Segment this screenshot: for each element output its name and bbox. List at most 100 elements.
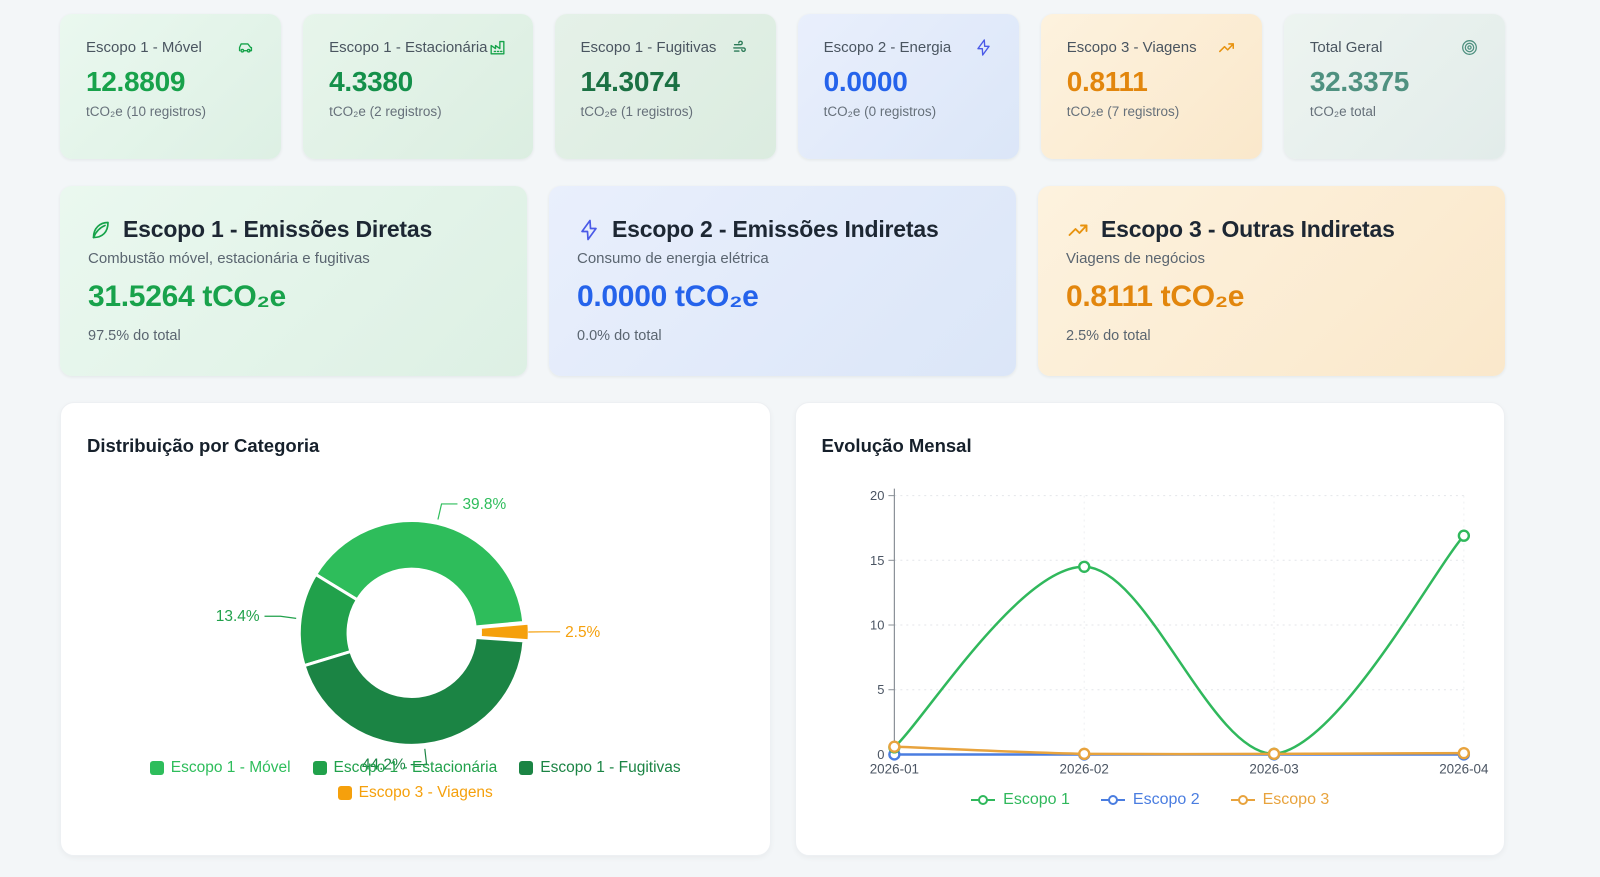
scope-card-percent: 0.0% do total xyxy=(577,328,662,344)
stat-card-value: 32.3375 xyxy=(1309,66,1409,97)
stat-card-escopo3-viagens: Escopo 3 - Viagens 0.8111 tCO₂e (7 regis… xyxy=(1040,14,1262,159)
y-axis-label: 20 xyxy=(870,488,884,503)
scope-card-subtitle: Combustão móvel, estacionária e fugitiva… xyxy=(88,250,370,267)
scope-card-value: 0.0000 tCO₂e xyxy=(577,280,759,313)
stat-card-value: 0.0000 xyxy=(823,66,908,97)
donut-pct-label: 2.5% xyxy=(565,624,600,641)
stat-card-total-geral: Total Geral 32.3375 tCO₂e total xyxy=(1283,14,1505,159)
stat-card-escopo1-estacionaria: Escopo 1 - Estacionária 4.3380 tCO₂e (2 … xyxy=(303,14,533,159)
stat-card-escopo2-energia: Escopo 2 - Energia 0.0000 tCO₂e (0 regis… xyxy=(797,14,1019,159)
legend-swatch xyxy=(149,761,164,775)
data-point[interactable] xyxy=(1267,747,1280,761)
legend-label: Escopo 1 - Fugitivas xyxy=(540,759,681,776)
data-point[interactable] xyxy=(1077,747,1090,761)
donut-chart-title: Distribuição por Categoria xyxy=(87,435,320,456)
legend-line-marker-icon xyxy=(1100,795,1125,805)
donut-legend-item[interactable]: Escopo 1 - Fugitivas xyxy=(519,759,681,777)
stat-card-value: 4.3380 xyxy=(329,66,413,97)
x-axis-label: 2026-04 xyxy=(1439,761,1489,776)
line-chart-title: Evolução Mensal xyxy=(821,435,972,456)
data-point[interactable] xyxy=(1457,746,1470,760)
stat-card-header: Escopo 1 - Fugitivas xyxy=(581,38,750,57)
line-legend-item[interactable]: Escopo 2 xyxy=(1100,791,1200,809)
scope-card-header: Escopo 2 - Emissões Indiretas xyxy=(577,216,988,243)
data-point[interactable] xyxy=(1077,560,1090,573)
legend-label: Escopo 2 xyxy=(1132,791,1200,808)
stat-card-sub: tCO₂e (7 registros) xyxy=(1066,104,1180,119)
data-point[interactable] xyxy=(1457,529,1470,542)
legend-label: Escopo 3 xyxy=(1262,791,1330,808)
scope-cards-row: Escopo 1 - Emissões Diretas Combustão mó… xyxy=(0,186,1600,376)
stat-card-sub: tCO₂e (0 registros) xyxy=(823,104,937,119)
stat-card-title: Escopo 1 - Estacionária xyxy=(329,39,488,56)
legend-swatch xyxy=(519,761,534,775)
scope-card-percent: 2.5% do total xyxy=(1066,328,1151,344)
stat-card-value: 12.8809 xyxy=(86,66,186,97)
scope-card-title: Escopo 3 - Outras Indiretas xyxy=(1101,216,1395,242)
wind-icon xyxy=(731,38,750,57)
stat-card-sub: tCO₂e (1 registros) xyxy=(580,104,694,119)
scope-card-header: Escopo 3 - Outras Indiretas xyxy=(1066,216,1477,243)
stat-cards-row: Escopo 1 - Móvel 12.8809 tCO₂e (10 regis… xyxy=(0,0,1600,159)
donut-label-leader xyxy=(264,615,297,619)
scope-card-escopo1: Escopo 1 - Emissões Diretas Combustão mó… xyxy=(60,186,527,376)
series-line-escopo-3 xyxy=(892,745,1465,756)
donut-legend-item[interactable]: Escopo 3 - Viagens xyxy=(337,784,493,802)
line-legend-item[interactable]: Escopo 3 xyxy=(1230,791,1330,809)
line-legend-item[interactable]: Escopo 1 xyxy=(970,791,1070,809)
stat-card-header: Escopo 2 - Energia xyxy=(824,38,993,57)
legend-line-marker-icon xyxy=(1230,795,1255,805)
donut-slice-4[interactable] xyxy=(478,621,531,643)
series-line-escopo-1 xyxy=(892,534,1465,756)
stat-card-sub: tCO₂e total xyxy=(1309,104,1376,119)
scope-card-subtitle: Consumo de energia elétrica xyxy=(577,250,769,267)
stat-card-title: Escopo 2 - Energia xyxy=(823,39,952,56)
y-axis-label: 0 xyxy=(877,747,884,762)
stat-card-header: Escopo 1 - Estacionária xyxy=(329,38,506,57)
donut-pct-label: 39.8% xyxy=(462,496,506,513)
donut-label-leader xyxy=(437,503,458,520)
legend-label: Escopo 3 - Viagens xyxy=(358,784,493,801)
legend-label: Escopo 1 - Móvel xyxy=(170,759,291,776)
trending-up-icon xyxy=(1066,218,1090,242)
line-legend: Escopo 1 Escopo 2 Escopo 3 xyxy=(800,791,1500,809)
car-icon xyxy=(236,38,255,57)
stat-card-header: Escopo 3 - Viagens xyxy=(1067,38,1236,57)
stat-card-title: Escopo 1 - Móvel xyxy=(86,39,202,56)
legend-label: Escopo 1 - Estacionária xyxy=(333,759,498,776)
scope-card-percent: 97.5% do total xyxy=(88,328,181,344)
scope-card-title: Escopo 1 - Emissões Diretas xyxy=(123,216,433,242)
y-axis-label: 10 xyxy=(870,617,884,632)
donut-legend-item[interactable]: Escopo 1 - Estacionária xyxy=(312,759,498,777)
stat-card-header: Escopo 1 - Móvel xyxy=(86,38,255,57)
scope-card-header: Escopo 1 - Emissões Diretas xyxy=(88,216,499,243)
scope-card-escopo3: Escopo 3 - Outras Indiretas Viagens de n… xyxy=(1038,186,1505,376)
stat-card-value: 0.8111 xyxy=(1066,66,1148,97)
donut-chart-card: Distribuição por Categoria 39.8% 13.4% 44.… xyxy=(60,402,771,856)
y-axis-label: 15 xyxy=(870,553,884,568)
data-point[interactable] xyxy=(887,740,901,753)
zap-icon xyxy=(577,218,601,242)
stat-card-title: Total Geral xyxy=(1309,39,1383,56)
donut-legend-item[interactable]: Escopo 1 - Móvel xyxy=(149,759,291,777)
scope-card-value: 0.8111 tCO₂e xyxy=(1066,280,1245,313)
legend-line-marker-icon xyxy=(971,795,996,805)
stat-card-escopo1-fugitivas: Escopo 1 - Fugitivas 14.3074 tCO₂e (1 re… xyxy=(554,14,776,159)
target-icon xyxy=(1460,38,1479,57)
stat-card-title: Escopo 1 - Fugitivas xyxy=(580,39,717,56)
factory-icon xyxy=(488,38,507,57)
y-axis-label: 5 xyxy=(877,682,884,697)
donut-legend: Escopo 1 - Móvel Escopo 1 - Estacionária E… xyxy=(85,759,745,802)
line-chart: 0 5 10 15 20 2026-01 2026-02 2026-03 2026-04 xyxy=(869,488,1489,776)
legend-swatch xyxy=(312,761,327,775)
donut-pct-label: 13.4% xyxy=(216,608,260,625)
stat-card-header: Total Geral xyxy=(1310,38,1479,57)
stat-card-value: 14.3074 xyxy=(580,66,680,97)
stat-card-sub: tCO₂e (10 registros) xyxy=(86,104,207,119)
line-chart-card: Evolução Mensal 0 5 10 15 20 2026-01 2026-02 20… xyxy=(794,402,1505,856)
charts-row: Distribuição por Categoria 39.8% 13.4% 44.… xyxy=(0,402,1600,856)
scope-card-value: 31.5264 tCO₂e xyxy=(88,280,286,313)
legend-swatch xyxy=(337,786,352,800)
x-axis-label: 2026-01 xyxy=(869,761,918,776)
stat-card-title: Escopo 3 - Viagens xyxy=(1066,39,1197,56)
